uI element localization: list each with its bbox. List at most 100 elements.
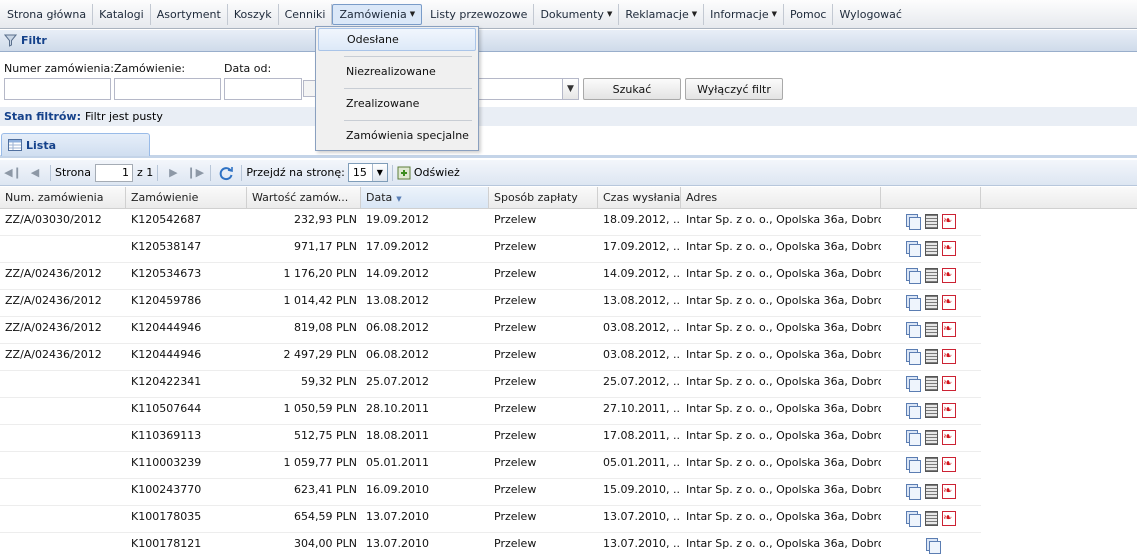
calculator-icon[interactable]	[923, 213, 938, 229]
search-button[interactable]: Szukać	[583, 78, 681, 100]
calculator-icon[interactable]	[923, 348, 938, 364]
table-row[interactable]: K120422341 59,32 PLN 25.07.2012 Przelew 25.0…	[0, 371, 981, 398]
menu-item-3[interactable]: Koszyk	[228, 3, 279, 25]
copy-icon[interactable]	[905, 456, 921, 473]
menu-item-10[interactable]: Pomoc	[784, 3, 834, 25]
dropdown-item-0[interactable]: Odesłane	[318, 28, 476, 51]
menu-item-2[interactable]: Asortyment	[151, 3, 228, 25]
next-page-icon[interactable]: ▶	[162, 166, 184, 179]
prev-page-icon[interactable]: ◀	[24, 166, 46, 179]
copy-icon[interactable]	[905, 321, 921, 338]
calculator-icon[interactable]	[923, 240, 938, 256]
column-header-6[interactable]: Adres	[681, 187, 881, 208]
calculator-icon[interactable]	[923, 321, 938, 337]
copy-icon[interactable]	[905, 375, 921, 392]
pdf-icon[interactable]	[941, 348, 956, 364]
calculator-icon[interactable]	[923, 483, 938, 499]
refresh-icon[interactable]	[218, 165, 234, 181]
menu-item-7[interactable]: Dokumenty ▼	[534, 3, 620, 25]
menu-item-1[interactable]: Katalogi	[93, 3, 151, 25]
tab-lista[interactable]: Lista	[1, 133, 150, 156]
menu-item-6[interactable]: Listy przewozowe	[424, 3, 535, 25]
table-row[interactable]: K100178035 654,59 PLN 13.07.2010 Przelew 13.…	[0, 506, 981, 533]
menu-item-0[interactable]: Strona główna	[1, 3, 94, 25]
pdf-icon[interactable]	[941, 321, 956, 337]
pdf-icon[interactable]	[941, 429, 956, 445]
filter-combo-input[interactable]	[478, 78, 563, 100]
filter-panel-header[interactable]: Filtr	[0, 30, 1137, 52]
pdf-icon[interactable]	[941, 240, 956, 256]
table-row[interactable]: K100243770 623,41 PLN 16.09.2010 Przelew 15.…	[0, 479, 981, 506]
date-from-input[interactable]	[224, 78, 302, 100]
column-header-2[interactable]: Wartość zamów...	[247, 187, 361, 208]
calculator-icon[interactable]	[923, 456, 938, 472]
pdf-icon[interactable]	[941, 213, 956, 229]
pdf-icon[interactable]	[941, 402, 956, 418]
table-row[interactable]: K100178121 304,00 PLN 13.07.2010 Przelew 13.…	[0, 533, 981, 555]
table-row[interactable]: ZZ/A/03030/2012 K120542687 232,93 PLN 19.09…	[0, 209, 981, 236]
pdf-icon[interactable]	[941, 375, 956, 391]
calculator-icon[interactable]	[923, 510, 938, 526]
cell-date: 25.07.2012	[366, 375, 429, 388]
column-header-3[interactable]: Data ▼	[361, 187, 489, 208]
calculator-icon[interactable]	[923, 429, 938, 445]
column-header-4[interactable]: Sposób zapłaty	[489, 187, 598, 208]
calculator-icon[interactable]	[923, 375, 938, 391]
cell-date: 19.09.2012	[366, 213, 429, 226]
copy-icon[interactable]	[905, 429, 921, 446]
chevron-down-icon[interactable]: ▼	[562, 78, 579, 100]
table-row[interactable]: ZZ/A/02436/2012 K120459786 1 014,42 PLN 13.…	[0, 290, 981, 317]
column-header-7[interactable]	[881, 187, 981, 208]
menu-item-5[interactable]: Zamówienia ▼	[332, 3, 423, 25]
calculator-icon[interactable]	[923, 402, 938, 418]
page-size-select[interactable]: 15 ▼	[347, 163, 388, 182]
table-row[interactable]: ZZ/A/02436/2012 K120444946 2 497,29 PLN 06.…	[0, 344, 981, 371]
pdf-icon[interactable]	[941, 267, 956, 283]
menu-item-8[interactable]: Reklamacje ▼	[619, 3, 705, 25]
calculator-icon[interactable]	[923, 267, 938, 283]
row-actions	[905, 267, 956, 284]
last-page-icon[interactable]: ❙▶	[184, 166, 206, 179]
dropdown-item-3[interactable]: Zamówienia specjalne	[318, 124, 476, 147]
cell-address: Intar Sp. z o. o., Opolska 36a, Dobro...	[686, 510, 881, 523]
copy-icon[interactable]	[905, 348, 921, 365]
copy-icon[interactable]	[905, 402, 921, 419]
page-number-input[interactable]: 1	[95, 163, 134, 182]
column-header-1[interactable]: Zamówienie	[126, 187, 247, 208]
copy-icon[interactable]	[905, 240, 921, 257]
copy-icon[interactable]	[905, 483, 921, 500]
dropdown-item-2[interactable]: Zrealizowane	[318, 92, 476, 115]
toolbar-separator	[241, 164, 243, 181]
refresh-data-icon[interactable]	[397, 166, 411, 180]
order-number-input[interactable]	[4, 78, 111, 100]
table-row[interactable]: K110003239 1 059,77 PLN 05.01.2011 Przelew 0…	[0, 452, 981, 479]
copy-icon[interactable]	[905, 213, 921, 230]
column-header-5[interactable]: Czas wysłania	[598, 187, 681, 208]
menu-item-4[interactable]: Cenniki	[279, 3, 333, 25]
table-row[interactable]: K110507644 1 050,59 PLN 28.10.2011 Przelew 2…	[0, 398, 981, 425]
first-page-icon[interactable]: ◀❙	[2, 166, 24, 179]
menu-item-label: Reklamacje	[625, 7, 689, 21]
chevron-down-icon[interactable]: ▼	[371, 164, 387, 181]
table-row[interactable]: K120538147 971,17 PLN 17.09.2012 Przelew 17.…	[0, 236, 981, 263]
table-row[interactable]: ZZ/A/02436/2012 K120444946 819,08 PLN 06.08…	[0, 317, 981, 344]
column-header-0[interactable]: Num. zamówienia	[0, 187, 126, 208]
order-input[interactable]	[114, 78, 221, 100]
copy-icon[interactable]	[905, 294, 921, 311]
cell-address: Intar Sp. z o. o., Opolska 36a, Dobro...	[686, 267, 881, 280]
table-row[interactable]: ZZ/A/02436/2012 K120534673 1 176,20 PLN 14.…	[0, 263, 981, 290]
calculator-icon[interactable]	[923, 294, 938, 310]
clear-filter-button[interactable]: Wyłączyć filtr	[685, 78, 783, 100]
refresh-label[interactable]: Odśwież	[414, 166, 460, 179]
pdf-icon[interactable]	[941, 294, 956, 310]
copy-icon[interactable]	[905, 267, 921, 284]
dropdown-item-1[interactable]: Niezrealizowane	[318, 60, 476, 83]
pdf-icon[interactable]	[941, 510, 956, 526]
table-row[interactable]: K110369113 512,75 PLN 18.08.2011 Przelew 17.…	[0, 425, 981, 452]
menu-item-9[interactable]: Informacje ▼	[704, 3, 785, 25]
pdf-icon[interactable]	[941, 483, 956, 499]
menu-item-11[interactable]: Wylogować	[833, 4, 907, 25]
copy-icon[interactable]	[905, 510, 921, 527]
pdf-icon[interactable]	[941, 456, 956, 472]
copy-icon[interactable]	[925, 537, 941, 554]
